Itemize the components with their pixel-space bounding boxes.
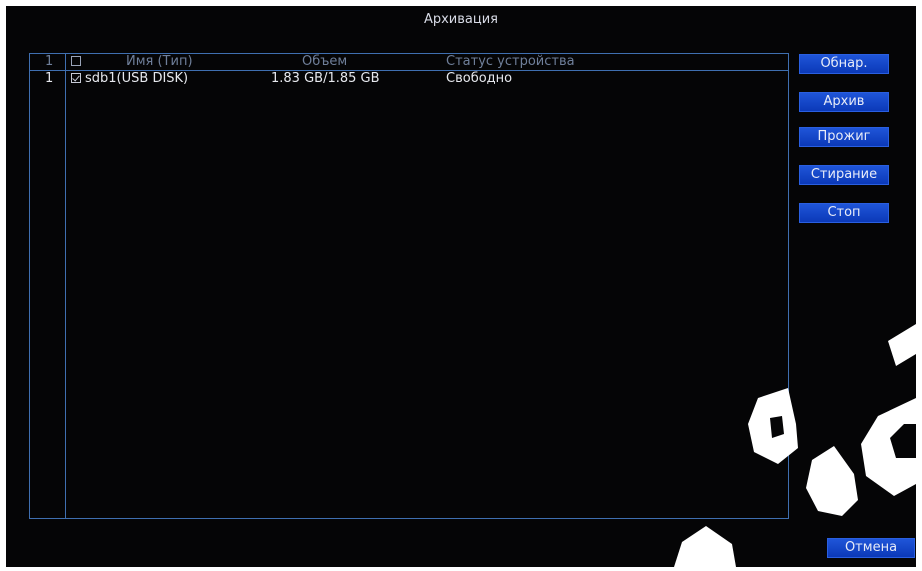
stop-button[interactable]: Стоп <box>799 203 889 223</box>
detect-button[interactable]: Обнар. <box>799 54 889 74</box>
row-index: 1 <box>45 71 54 86</box>
cancel-button[interactable]: Отмена <box>827 538 915 558</box>
header-name: Имя (Тип) <box>126 54 193 69</box>
row-checkbox[interactable] <box>71 73 81 83</box>
table-header: 1 Имя (Тип) Объем Статус устройства <box>30 54 788 71</box>
header-volume: Объем <box>302 54 348 69</box>
backup-window: Архивация 1 Имя (Тип) Объем Статус устро… <box>6 6 916 567</box>
window-title: Архивация <box>423 12 499 27</box>
erase-button[interactable]: Стирание <box>799 165 889 185</box>
row-device-name: sdb1(USB DISK) <box>85 71 189 86</box>
burn-button[interactable]: Прожиг <box>799 127 889 147</box>
header-index: 1 <box>45 54 54 69</box>
column-divider <box>65 54 66 518</box>
table-row[interactable]: 1 sdb1(USB DISK) 1.83 GB/1.85 GB Свободн… <box>30 71 788 87</box>
row-volume: 1.83 GB/1.85 GB <box>271 71 380 86</box>
header-status: Статус устройства <box>446 54 575 69</box>
archive-button[interactable]: Архив <box>799 92 889 112</box>
row-status: Свободно <box>446 71 513 86</box>
select-all-checkbox[interactable] <box>71 56 81 66</box>
device-table: 1 Имя (Тип) Объем Статус устройства 1 sd… <box>29 53 789 519</box>
